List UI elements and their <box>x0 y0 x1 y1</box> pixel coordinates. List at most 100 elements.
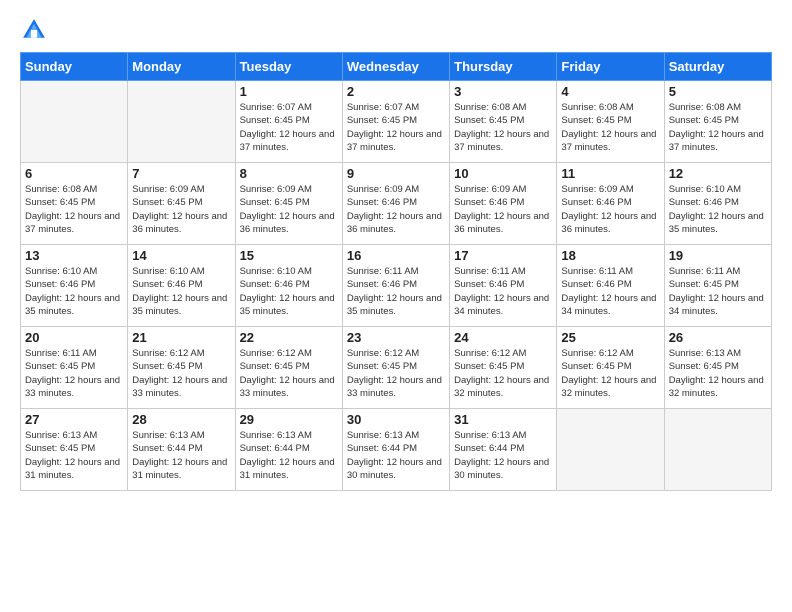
day-info: Sunrise: 6:12 AMSunset: 6:45 PMDaylight:… <box>132 347 230 400</box>
calendar-cell: 24 Sunrise: 6:12 AMSunset: 6:45 PMDayligh… <box>450 327 557 409</box>
day-number: 20 <box>25 330 123 345</box>
day-number: 15 <box>240 248 338 263</box>
column-header-wednesday: Wednesday <box>342 53 449 81</box>
column-header-sunday: Sunday <box>21 53 128 81</box>
day-info: Sunrise: 6:10 AMSunset: 6:46 PMDaylight:… <box>240 265 338 318</box>
logo <box>20 16 52 44</box>
calendar-week-row: 13 Sunrise: 6:10 AMSunset: 6:46 PMDayligh… <box>21 245 772 327</box>
day-number: 2 <box>347 84 445 99</box>
day-info: Sunrise: 6:08 AMSunset: 6:45 PMDaylight:… <box>669 101 767 154</box>
day-number: 14 <box>132 248 230 263</box>
column-header-friday: Friday <box>557 53 664 81</box>
day-info: Sunrise: 6:12 AMSunset: 6:45 PMDaylight:… <box>240 347 338 400</box>
day-number: 16 <box>347 248 445 263</box>
calendar-cell: 6 Sunrise: 6:08 AMSunset: 6:45 PMDaylight… <box>21 163 128 245</box>
calendar-cell: 1 Sunrise: 6:07 AMSunset: 6:45 PMDaylight… <box>235 81 342 163</box>
day-number: 7 <box>132 166 230 181</box>
day-number: 10 <box>454 166 552 181</box>
day-number: 3 <box>454 84 552 99</box>
day-info: Sunrise: 6:12 AMSunset: 6:45 PMDaylight:… <box>561 347 659 400</box>
calendar-table: SundayMondayTuesdayWednesdayThursdayFrid… <box>20 52 772 491</box>
day-info: Sunrise: 6:08 AMSunset: 6:45 PMDaylight:… <box>561 101 659 154</box>
day-info: Sunrise: 6:13 AMSunset: 6:44 PMDaylight:… <box>240 429 338 482</box>
day-number: 31 <box>454 412 552 427</box>
calendar-cell: 19Sunrise: 6:11 AMSunset: 6:45 PMDayligh… <box>664 245 771 327</box>
day-info: Sunrise: 6:10 AMSunset: 6:46 PMDaylight:… <box>25 265 123 318</box>
day-number: 1 <box>240 84 338 99</box>
day-number: 26 <box>669 330 767 345</box>
calendar-week-row: 6 Sunrise: 6:08 AMSunset: 6:45 PMDaylight… <box>21 163 772 245</box>
calendar-cell: 23 Sunrise: 6:12 AMSunset: 6:45 PMDayligh… <box>342 327 449 409</box>
calendar-cell: 29 Sunrise: 6:13 AMSunset: 6:44 PMDayligh… <box>235 409 342 491</box>
day-number: 24 <box>454 330 552 345</box>
calendar-header-row: SundayMondayTuesdayWednesdayThursdayFrid… <box>21 53 772 81</box>
calendar-cell: 5 Sunrise: 6:08 AMSunset: 6:45 PMDaylight… <box>664 81 771 163</box>
calendar-week-row: 20Sunrise: 6:11 AMSunset: 6:45 PMDayligh… <box>21 327 772 409</box>
day-info: Sunrise: 6:11 AMSunset: 6:46 PMDaylight:… <box>561 265 659 318</box>
day-number: 8 <box>240 166 338 181</box>
day-info: Sunrise: 6:07 AMSunset: 6:45 PMDaylight:… <box>347 101 445 154</box>
calendar-cell: 4 Sunrise: 6:08 AMSunset: 6:45 PMDaylight… <box>557 81 664 163</box>
day-number: 18 <box>561 248 659 263</box>
day-number: 13 <box>25 248 123 263</box>
calendar-cell: 28 Sunrise: 6:13 AMSunset: 6:44 PMDayligh… <box>128 409 235 491</box>
calendar-cell: 31 Sunrise: 6:13 AMSunset: 6:44 PMDayligh… <box>450 409 557 491</box>
calendar-cell <box>557 409 664 491</box>
day-number: 29 <box>240 412 338 427</box>
calendar-cell <box>21 81 128 163</box>
calendar-week-row: 1 Sunrise: 6:07 AMSunset: 6:45 PMDaylight… <box>21 81 772 163</box>
day-info: Sunrise: 6:07 AMSunset: 6:45 PMDaylight:… <box>240 101 338 154</box>
day-info: Sunrise: 6:09 AMSunset: 6:46 PMDaylight:… <box>347 183 445 236</box>
calendar-week-row: 27 Sunrise: 6:13 AMSunset: 6:45 PMDayligh… <box>21 409 772 491</box>
day-number: 30 <box>347 412 445 427</box>
day-info: Sunrise: 6:13 AMSunset: 6:45 PMDaylight:… <box>669 347 767 400</box>
page-header <box>20 16 772 44</box>
day-info: Sunrise: 6:12 AMSunset: 6:45 PMDaylight:… <box>347 347 445 400</box>
day-info: Sunrise: 6:12 AMSunset: 6:45 PMDaylight:… <box>454 347 552 400</box>
column-header-monday: Monday <box>128 53 235 81</box>
day-info: Sunrise: 6:11 AMSunset: 6:45 PMDaylight:… <box>669 265 767 318</box>
day-info: Sunrise: 6:08 AMSunset: 6:45 PMDaylight:… <box>25 183 123 236</box>
day-number: 5 <box>669 84 767 99</box>
logo-icon <box>20 16 48 44</box>
day-number: 6 <box>25 166 123 181</box>
day-number: 28 <box>132 412 230 427</box>
day-info: Sunrise: 6:13 AMSunset: 6:44 PMDaylight:… <box>132 429 230 482</box>
calendar-cell: 26 Sunrise: 6:13 AMSunset: 6:45 PMDayligh… <box>664 327 771 409</box>
day-info: Sunrise: 6:08 AMSunset: 6:45 PMDaylight:… <box>454 101 552 154</box>
day-number: 27 <box>25 412 123 427</box>
calendar-cell: 7 Sunrise: 6:09 AMSunset: 6:45 PMDaylight… <box>128 163 235 245</box>
calendar-cell: 18 Sunrise: 6:11 AMSunset: 6:46 PMDayligh… <box>557 245 664 327</box>
calendar-cell: 3 Sunrise: 6:08 AMSunset: 6:45 PMDaylight… <box>450 81 557 163</box>
calendar-cell: 27 Sunrise: 6:13 AMSunset: 6:45 PMDayligh… <box>21 409 128 491</box>
day-number: 4 <box>561 84 659 99</box>
calendar-cell: 2 Sunrise: 6:07 AMSunset: 6:45 PMDaylight… <box>342 81 449 163</box>
calendar-cell: 12Sunrise: 6:10 AMSunset: 6:46 PMDayligh… <box>664 163 771 245</box>
calendar-cell: 14 Sunrise: 6:10 AMSunset: 6:46 PMDayligh… <box>128 245 235 327</box>
day-info: Sunrise: 6:09 AMSunset: 6:46 PMDaylight:… <box>454 183 552 236</box>
day-number: 25 <box>561 330 659 345</box>
day-number: 12 <box>669 166 767 181</box>
column-header-thursday: Thursday <box>450 53 557 81</box>
day-number: 23 <box>347 330 445 345</box>
day-info: Sunrise: 6:13 AMSunset: 6:45 PMDaylight:… <box>25 429 123 482</box>
day-number: 11 <box>561 166 659 181</box>
calendar-cell: 13 Sunrise: 6:10 AMSunset: 6:46 PMDayligh… <box>21 245 128 327</box>
calendar-cell: 8Sunrise: 6:09 AMSunset: 6:45 PMDaylight… <box>235 163 342 245</box>
day-number: 9 <box>347 166 445 181</box>
day-number: 21 <box>132 330 230 345</box>
calendar-cell: 10 Sunrise: 6:09 AMSunset: 6:46 PMDayligh… <box>450 163 557 245</box>
day-info: Sunrise: 6:10 AMSunset: 6:46 PMDaylight:… <box>132 265 230 318</box>
day-number: 17 <box>454 248 552 263</box>
calendar-cell: 30Sunrise: 6:13 AMSunset: 6:44 PMDayligh… <box>342 409 449 491</box>
day-info: Sunrise: 6:13 AMSunset: 6:44 PMDaylight:… <box>454 429 552 482</box>
day-info: Sunrise: 6:09 AMSunset: 6:45 PMDaylight:… <box>132 183 230 236</box>
calendar-cell: 16Sunrise: 6:11 AMSunset: 6:46 PMDayligh… <box>342 245 449 327</box>
calendar-cell: 11 Sunrise: 6:09 AMSunset: 6:46 PMDayligh… <box>557 163 664 245</box>
column-header-saturday: Saturday <box>664 53 771 81</box>
calendar-cell: 9 Sunrise: 6:09 AMSunset: 6:46 PMDaylight… <box>342 163 449 245</box>
day-info: Sunrise: 6:09 AMSunset: 6:46 PMDaylight:… <box>561 183 659 236</box>
calendar-cell: 21 Sunrise: 6:12 AMSunset: 6:45 PMDayligh… <box>128 327 235 409</box>
calendar-cell: 17Sunrise: 6:11 AMSunset: 6:46 PMDayligh… <box>450 245 557 327</box>
day-number: 22 <box>240 330 338 345</box>
